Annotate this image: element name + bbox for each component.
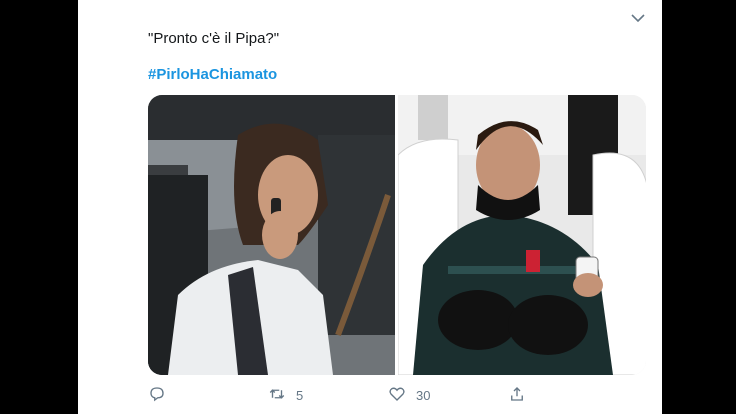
reply-button[interactable]: [148, 383, 176, 407]
tweet-media[interactable]: [148, 95, 646, 375]
media-photo-left[interactable]: [148, 95, 396, 375]
tweet-card: "Pronto c'è il Pipa?" #PirloHaChiamato 5…: [78, 0, 662, 414]
tweet-actions: 5 30: [148, 383, 588, 407]
share-button[interactable]: [508, 383, 526, 407]
media-photo-right[interactable]: [398, 95, 646, 375]
tweet-text: "Pronto c'è il Pipa?": [148, 30, 280, 47]
like-count: 30: [416, 387, 431, 403]
retweet-count: 5: [296, 387, 304, 403]
like-button[interactable]: 30: [388, 383, 430, 407]
retweet-button[interactable]: 5: [268, 383, 303, 407]
heart-icon: [388, 385, 406, 406]
reply-icon: [148, 385, 166, 406]
chevron-down-icon[interactable]: [628, 8, 648, 28]
share-icon: [508, 385, 526, 406]
retweet-icon: [268, 385, 286, 406]
hashtag-link[interactable]: #PirloHaChiamato: [148, 66, 277, 83]
